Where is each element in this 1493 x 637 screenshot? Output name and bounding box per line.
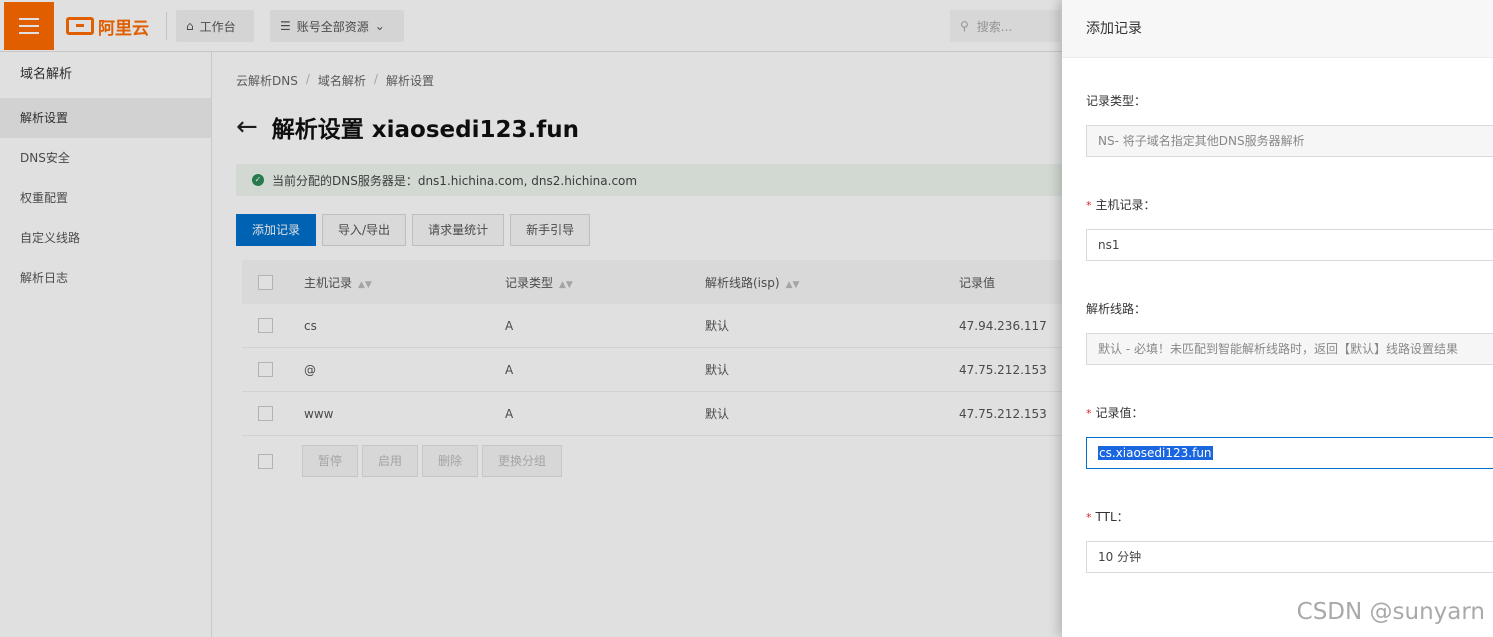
line-label: 解析线路： — [1086, 302, 1147, 316]
required-mark: * — [1086, 407, 1092, 420]
modal-overlay[interactable] — [0, 0, 1062, 637]
ttl-select[interactable]: 10 分钟 — [1086, 541, 1493, 573]
host-record-input[interactable]: ns1 — [1086, 229, 1493, 261]
add-record-drawer: 添加记录 记录类型： NS- 将子域名指定其他DNS服务器解析 * 主机记录： n… — [1062, 0, 1493, 637]
drawer-title: 添加记录 — [1062, 0, 1493, 58]
required-mark: * — [1086, 511, 1092, 524]
watermark: CSDN @sunyarn — [1296, 599, 1485, 625]
host-record-label: * 主机记录： — [1086, 198, 1156, 212]
record-value-label: * 记录值： — [1086, 406, 1144, 420]
record-value-input[interactable]: cs.xiaosedi123.fun — [1086, 437, 1493, 469]
required-mark: * — [1086, 199, 1092, 212]
record-type-select[interactable]: NS- 将子域名指定其他DNS服务器解析 — [1086, 125, 1493, 157]
record-type-label: 记录类型： — [1086, 94, 1147, 108]
selected-text: cs.xiaosedi123.fun — [1098, 446, 1213, 460]
ttl-label: * TTL： — [1086, 510, 1129, 524]
line-select[interactable]: 默认 - 必填！未匹配到智能解析线路时，返回【默认】线路设置结果 — [1086, 333, 1493, 365]
